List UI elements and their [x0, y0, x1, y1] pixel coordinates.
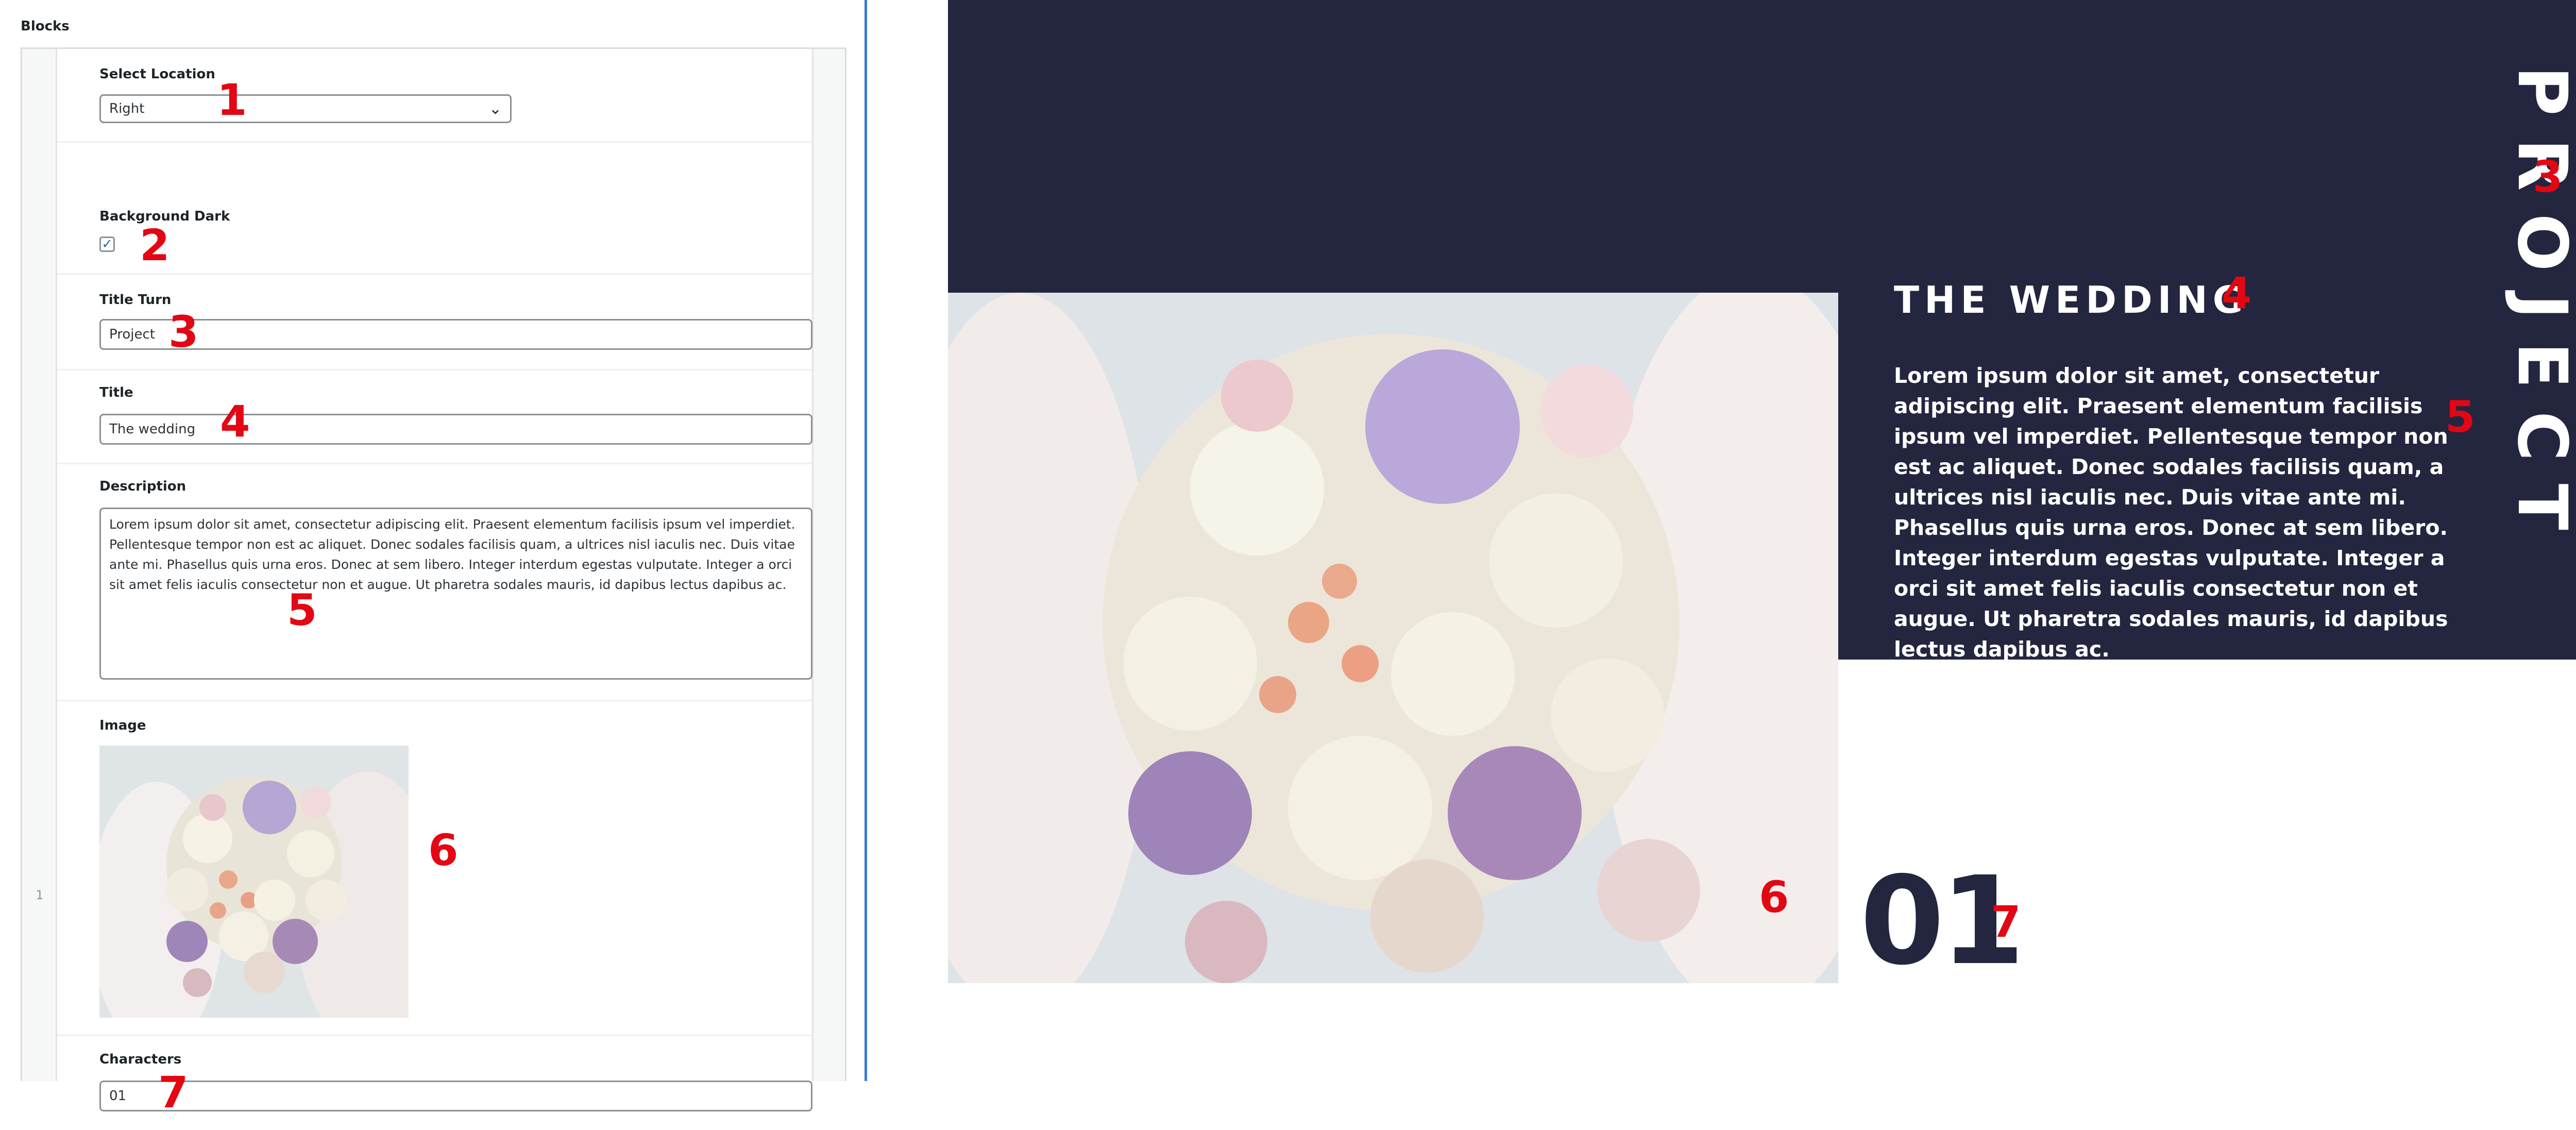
checkmark-icon: ✓: [101, 237, 113, 252]
bouquet-photo-image: [948, 293, 1838, 983]
panel-title: Blocks: [21, 19, 70, 34]
title-turn-value: Project: [109, 327, 155, 342]
background-dark-checkbox[interactable]: ✓: [99, 237, 115, 252]
title-turn-input[interactable]: Project: [99, 319, 812, 350]
marker-6: 6: [428, 825, 459, 875]
location-select[interactable]: Right ⌄: [99, 94, 512, 123]
description-value: Lorem ipsum dolor sit amet, consectetur …: [109, 517, 795, 592]
characters-value: 01: [109, 1088, 127, 1104]
field-select-location: Select Location Right ⌄ 1: [57, 49, 812, 143]
admin-panel: Blocks 1 Select Location Right ⌄ 1 Backg…: [0, 0, 867, 1118]
image-thumbnail[interactable]: [99, 746, 409, 1018]
image-label: Image: [99, 718, 146, 733]
marker-5: 5: [287, 585, 317, 635]
field-description: Description Lorem ipsum dolor sit amet, …: [57, 464, 812, 701]
chevron-down-icon: ⌄: [488, 99, 502, 118]
select-location-label: Select Location: [99, 66, 215, 82]
title-value: The wedding: [109, 421, 196, 437]
preview-marker-5: 5: [2445, 392, 2476, 442]
preview-description: Lorem ipsum dolor sit amet, consectetur …: [1894, 363, 2448, 662]
preview-marker-3: 3: [2533, 151, 2563, 202]
row-number: 1: [36, 888, 44, 902]
field-image: Image 6: [57, 701, 812, 1036]
location-select-value: Right: [109, 101, 145, 116]
preview-marker-4: 4: [2222, 268, 2252, 318]
description-label: Description: [99, 479, 187, 494]
characters-label: Characters: [99, 1052, 182, 1067]
field-title: Title The wedding 4: [57, 370, 812, 464]
bouquet-photo-thumb: [99, 746, 409, 1018]
description-textarea[interactable]: Lorem ipsum dolor sit amet, consectetur …: [99, 508, 812, 680]
row-actions[interactable]: [812, 49, 845, 1081]
marker-2: 2: [140, 220, 170, 271]
marker-1: 1: [217, 75, 247, 125]
marker-7: 7: [158, 1067, 189, 1118]
title-turn-label: Title Turn: [99, 292, 172, 308]
row-drag-handle[interactable]: 1: [22, 49, 57, 1081]
title-label: Title: [99, 385, 133, 400]
preview-marker-7: 7: [1991, 897, 2021, 947]
title-input[interactable]: The wedding: [99, 414, 812, 445]
field-characters: Characters 01 7: [57, 1036, 812, 1130]
marker-4: 4: [220, 396, 250, 447]
preview-title: THE WEDDING: [1894, 278, 2248, 322]
preview-marker-6: 6: [1759, 872, 1789, 922]
characters-input[interactable]: 01: [99, 1081, 812, 1111]
field-group: Select Location Right ⌄ 1 Background Dar…: [57, 49, 812, 1118]
field-title-turn: Title Turn Project 3: [57, 275, 812, 370]
marker-3: 3: [168, 307, 199, 357]
field-background-dark: Background Dark ✓ 2: [57, 143, 812, 275]
repeater-row: 1 Select Location Right ⌄ 1 Background D…: [21, 47, 846, 1118]
bouquet-photo: [948, 293, 1838, 983]
